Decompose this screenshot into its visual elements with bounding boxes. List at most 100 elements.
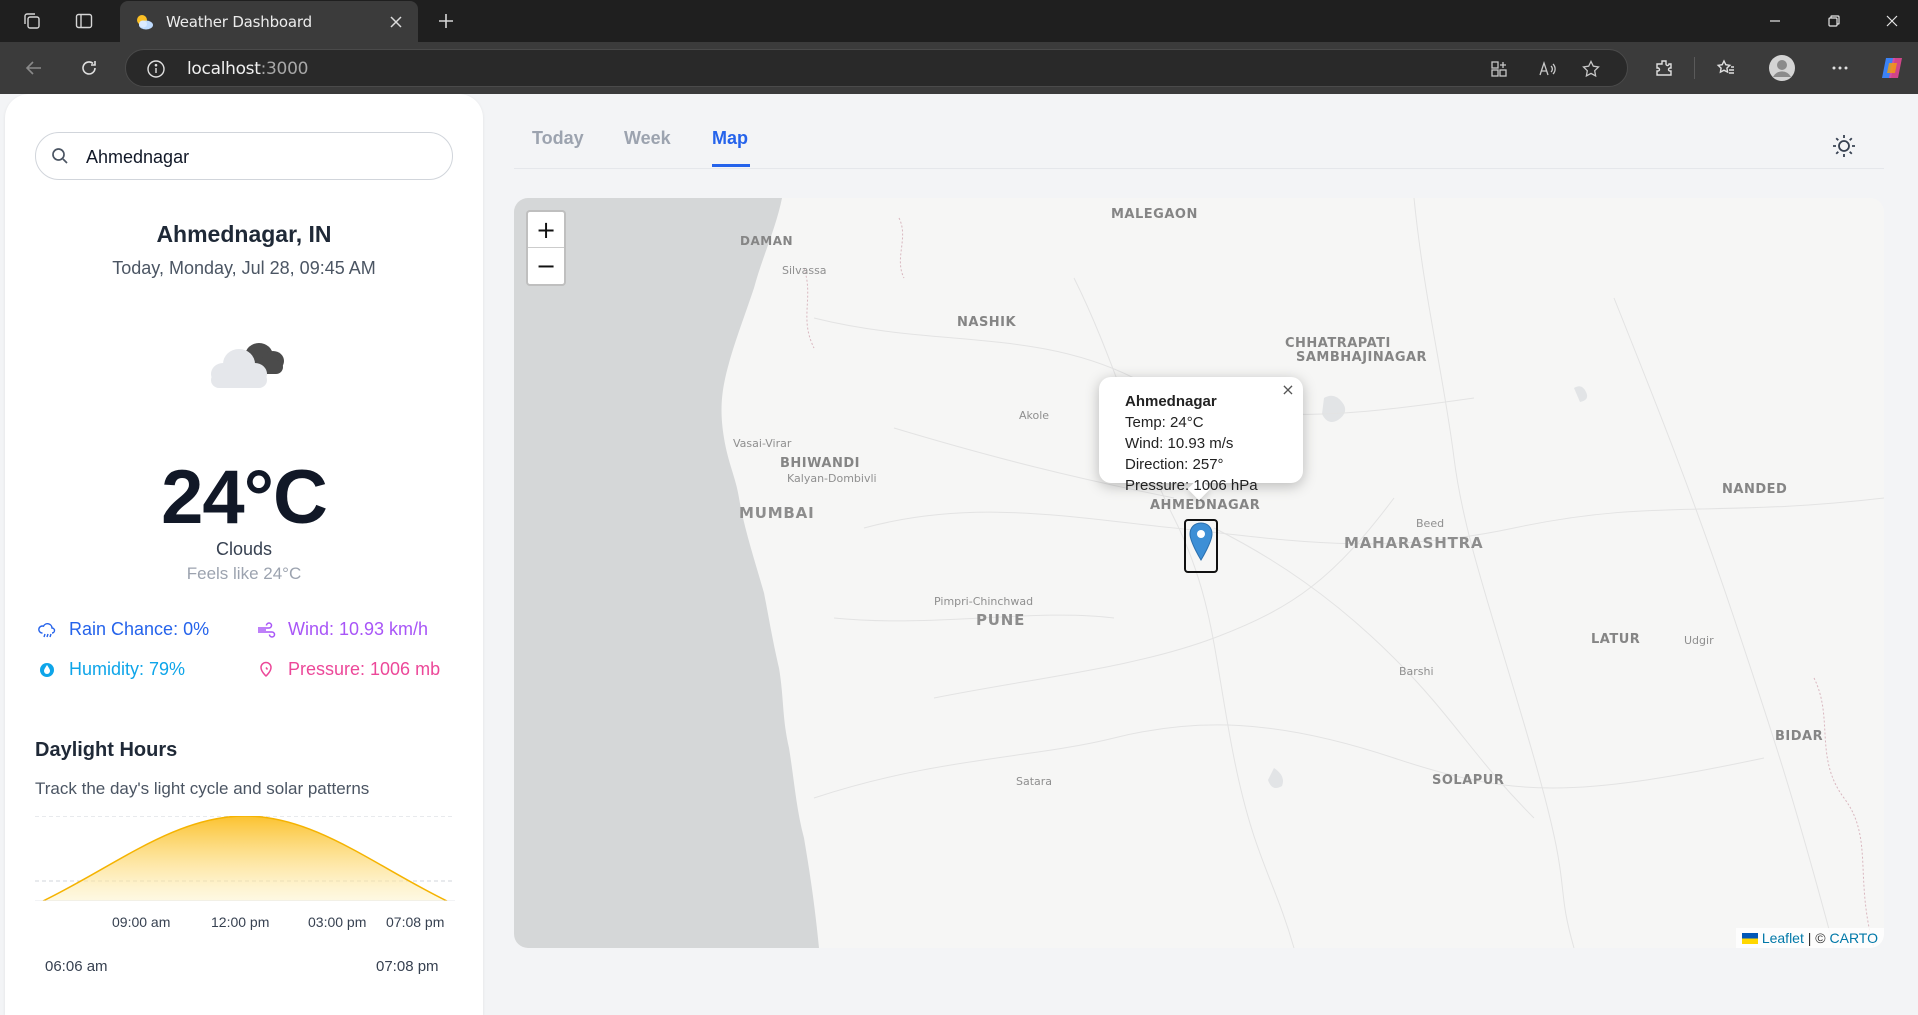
weather-sidebar: Ahmednagar, IN Today, Monday, Jul 28, 09… — [5, 94, 483, 1015]
minimize-icon[interactable] — [1763, 9, 1787, 33]
daylight-title: Daylight Hours — [35, 739, 178, 761]
carto-link[interactable]: CARTO — [1830, 930, 1879, 946]
map-label-beed: Beed — [1416, 517, 1445, 530]
site-info-icon[interactable] — [146, 59, 166, 79]
sunrise-time: 06:06 am — [45, 958, 108, 975]
favorites-icon[interactable] — [1712, 54, 1740, 82]
back-icon[interactable] — [20, 54, 48, 82]
humidity-stat: Humidity: 79% — [37, 659, 185, 680]
app-page: Ahmednagar, IN Today, Monday, Jul 28, 09… — [0, 94, 1918, 1015]
city-name: Ahmednagar, IN — [156, 221, 332, 247]
condition: Clouds — [215, 539, 273, 559]
map-label-udgir: Udgir — [1684, 634, 1714, 647]
zoom-out-button[interactable]: − — [528, 248, 564, 284]
map-label-maharashtra: MAHARASHTRA — [1344, 534, 1484, 552]
popup-wind: Wind: 10.93 m/s — [1125, 435, 1234, 452]
rain-cloud-icon — [37, 620, 57, 640]
map-label-latur: LATUR — [1591, 632, 1641, 647]
popup-city-name: Ahmednagar — [1125, 393, 1217, 410]
daylight-area — [43, 816, 447, 901]
zoom-control: + − — [526, 210, 566, 286]
reload-icon[interactable] — [75, 54, 103, 82]
search-box[interactable] — [35, 132, 453, 180]
map-label-nashik: NASHIK — [957, 315, 1017, 330]
weather-map[interactable]: + − MALEGAON DAMAN Silvassa NASHIK CHHAT… — [514, 198, 1884, 948]
workspaces-icon[interactable] — [20, 9, 44, 33]
map-label-pimpri-chinchwad: Pimpri-Chinchwad — [934, 595, 1034, 608]
map-label-nanded: NANDED — [1722, 482, 1788, 497]
profile-avatar-icon[interactable] — [1768, 54, 1796, 82]
daylight-tick-1: 09:00 am — [112, 914, 171, 930]
map-label-satara: Satara — [1016, 775, 1053, 788]
attribution-separator: | © — [1803, 930, 1830, 946]
rain-chance-stat: Rain Chance: 0% — [37, 619, 209, 640]
toolbar-separator — [1694, 57, 1695, 79]
address-bar[interactable]: localhost:3000 — [125, 49, 1628, 87]
popup-pressure: Pressure: 1006 hPa — [1125, 477, 1258, 494]
tab-today[interactable]: Today — [532, 128, 584, 149]
wind-stat: Wind: 10.93 km/h — [256, 619, 428, 640]
map-label-vasai-virar: Vasai-Virar — [733, 437, 792, 450]
map-label-pune: PUNE — [976, 611, 1026, 629]
sun-theme-toggle-icon[interactable] — [1830, 132, 1858, 160]
popup-direction: Direction: 257° — [1125, 456, 1224, 473]
daylight-tick-3: 03:00 pm — [308, 914, 367, 930]
zoom-in-button[interactable]: + — [528, 212, 564, 248]
pressure-text: Pressure: 1006 mb — [288, 659, 441, 679]
map-pin-marker-icon[interactable] — [1184, 519, 1218, 573]
address-host: localhost — [187, 59, 261, 79]
map-label-ahmednagar: AHMEDNAGAR — [1150, 498, 1261, 513]
browser-tab-active[interactable]: Weather Dashboard — [120, 1, 418, 42]
map-attribution: Leaflet | © CARTO — [1735, 928, 1884, 948]
map-label-sambhajinagar: SAMBHAJINAGAR — [1296, 350, 1428, 365]
current-date: Today, Monday, Jul 28, 09:45 AM — [112, 258, 376, 278]
map-popup: × Ahmednagar Temp: 24°C Wind: 10.93 m/s … — [1099, 377, 1303, 501]
new-tab-icon[interactable] — [434, 9, 458, 33]
map-label-barshi: Barshi — [1399, 665, 1434, 678]
pressure-stat: Pressure: 1006 mb — [256, 659, 440, 680]
tab-title: Weather Dashboard — [166, 12, 312, 31]
browser-nav-bar: localhost:3000 — [0, 42, 1918, 94]
search-input[interactable] — [86, 143, 436, 171]
daylight-tick-4: 07:08 pm — [386, 914, 445, 930]
rain-chance-text: Rain Chance: 0% — [69, 619, 210, 639]
map-tiles — [514, 198, 1884, 948]
map-label-bidar: BIDAR — [1775, 729, 1824, 744]
address-port: :3000 — [260, 59, 309, 79]
app-available-icon[interactable] — [1488, 58, 1510, 80]
browser-tab-bar: Weather Dashboard — [0, 0, 1918, 42]
leaflet-link[interactable]: Leaflet — [1762, 930, 1804, 946]
map-label-solapur: SOLAPUR — [1432, 773, 1505, 788]
sunset-time: 07:08 pm — [376, 958, 439, 975]
close-tab-icon[interactable] — [386, 12, 406, 32]
map-label-akole: Akole — [1019, 409, 1050, 422]
wind-icon — [256, 620, 276, 640]
humidity-icon — [37, 660, 57, 680]
active-tab-indicator — [712, 164, 750, 167]
daylight-chart — [35, 816, 455, 901]
address-text: localhost:3000 — [187, 59, 308, 79]
tab-week[interactable]: Week — [624, 128, 671, 149]
map-label-chhatrapati: CHHATRAPATI — [1285, 336, 1391, 351]
search-icon — [50, 146, 70, 166]
temperature: 24°C — [161, 455, 328, 540]
restore-icon[interactable] — [1822, 9, 1846, 33]
map-label-bhiwandi: BHIWANDI — [780, 456, 860, 471]
copilot-icon[interactable] — [1878, 54, 1906, 82]
tab-map[interactable]: Map — [712, 128, 748, 149]
map-label-daman: DAMAN — [740, 234, 794, 248]
pressure-gauge-icon — [256, 660, 276, 680]
feels-like: Feels like 24°C — [186, 564, 302, 583]
map-label-mumbai: MUMBAI — [739, 504, 815, 522]
wind-text: Wind: 10.93 km/h — [288, 619, 429, 639]
ukraine-flag-icon — [1741, 932, 1758, 944]
favorite-star-icon[interactable] — [1580, 58, 1602, 80]
tab-actions-icon[interactable] — [72, 9, 96, 33]
more-options-icon[interactable] — [1826, 54, 1854, 82]
map-label-malegaon: MALEGAON — [1111, 207, 1198, 222]
extensions-icon[interactable] — [1650, 54, 1678, 82]
daylight-subtitle: Track the day's light cycle and solar pa… — [35, 779, 370, 798]
close-window-icon[interactable] — [1880, 9, 1904, 33]
read-aloud-icon[interactable] — [1536, 58, 1558, 80]
humidity-text: Humidity: 79% — [69, 659, 186, 679]
